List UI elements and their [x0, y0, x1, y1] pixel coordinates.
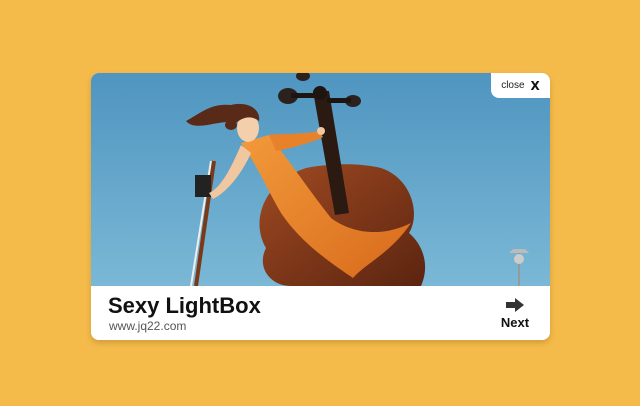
- cellist-illustration: [91, 73, 550, 286]
- image-subtitle: www.jq22.com: [109, 319, 187, 333]
- lightbox-image[interactable]: close X: [91, 73, 550, 286]
- next-button[interactable]: Next: [497, 298, 533, 330]
- image-title: Sexy LightBox: [108, 293, 261, 318]
- arrow-right-icon: [506, 298, 524, 312]
- caption-bar: Sexy LightBox www.jq22.com Next: [91, 286, 550, 340]
- lightbox-dialog: close X Sexy LightBox www.jq22.com Next: [91, 73, 550, 340]
- close-icon: X: [530, 78, 540, 93]
- bow-frog: [195, 175, 211, 197]
- close-label: close: [501, 80, 525, 91]
- next-label: Next: [500, 315, 530, 330]
- close-button[interactable]: close X: [491, 73, 550, 98]
- hand: [317, 127, 325, 135]
